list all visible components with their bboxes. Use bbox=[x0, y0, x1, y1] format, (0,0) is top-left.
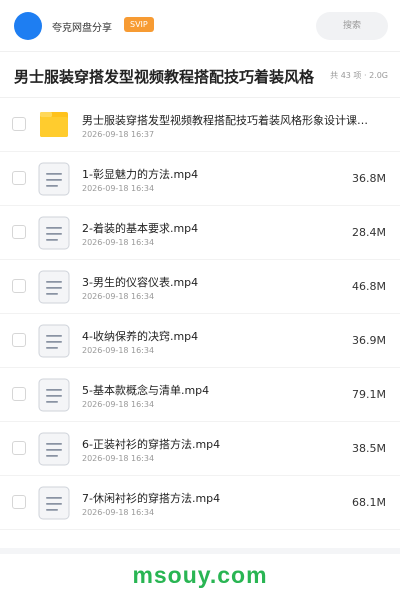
file-date: 2026-09-18 16:34 bbox=[82, 346, 155, 355]
document-icon bbox=[38, 216, 70, 250]
row-checkbox[interactable] bbox=[12, 225, 26, 239]
file-row[interactable]: 4-收纳保养的决窍.mp4 2026-09-18 16:34 36.9M bbox=[0, 314, 400, 368]
folder-row[interactable]: 男士服装穿搭发型视频教程搭配技巧着装风格形象设计课… 2026-09-18 16:… bbox=[0, 98, 400, 152]
file-date: 2026-09-18 16:34 bbox=[82, 454, 155, 463]
folder-title-bar: 男士服装穿搭发型视频教程搭配技巧着装风格 共 43 项 · 2.0G bbox=[0, 52, 400, 98]
file-size: 28.4M bbox=[352, 226, 386, 239]
document-icon bbox=[38, 324, 70, 358]
file-date: 2026-09-18 16:37 bbox=[82, 130, 155, 139]
app-header: 夸克网盘分享 SVIP 搜索 bbox=[0, 0, 400, 52]
watermark: msouy.com bbox=[132, 562, 268, 588]
row-checkbox[interactable] bbox=[12, 117, 26, 131]
folder-icon bbox=[38, 108, 70, 142]
svip-badge: SVIP bbox=[124, 17, 154, 32]
file-size: 79.1M bbox=[352, 388, 386, 401]
row-checkbox[interactable] bbox=[12, 441, 26, 455]
row-checkbox[interactable] bbox=[12, 279, 26, 293]
file-name[interactable]: 4-收纳保养的决窍.mp4 bbox=[82, 328, 198, 344]
file-row[interactable]: 2-着装的基本要求.mp4 2026-09-18 16:34 28.4M bbox=[0, 206, 400, 260]
user-name[interactable]: 夸克网盘分享 bbox=[52, 19, 112, 34]
file-row[interactable]: 6-正装衬衫的穿搭方法.mp4 2026-09-18 16:34 38.5M bbox=[0, 422, 400, 476]
file-date: 2026-09-18 16:34 bbox=[82, 238, 155, 247]
file-name[interactable]: 男士服装穿搭发型视频教程搭配技巧着装风格形象设计课… bbox=[82, 112, 368, 128]
document-icon bbox=[38, 486, 70, 520]
document-icon bbox=[38, 270, 70, 304]
file-size: 36.9M bbox=[352, 334, 386, 347]
file-name[interactable]: 5-基本款概念与清单.mp4 bbox=[82, 382, 209, 398]
file-date: 2026-09-18 16:34 bbox=[82, 292, 155, 301]
document-icon bbox=[38, 378, 70, 412]
divider bbox=[0, 548, 400, 554]
file-date: 2026-09-18 16:34 bbox=[82, 400, 155, 409]
row-checkbox[interactable] bbox=[12, 171, 26, 185]
file-size: 68.1M bbox=[352, 496, 386, 509]
file-row[interactable]: 5-基本款概念与清单.mp4 2026-09-18 16:34 79.1M bbox=[0, 368, 400, 422]
file-date: 2026-09-18 16:34 bbox=[82, 184, 155, 193]
file-row[interactable]: 7-休闲衬衫的穿搭方法.mp4 2026-09-18 16:34 68.1M bbox=[0, 476, 400, 530]
row-checkbox[interactable] bbox=[12, 387, 26, 401]
file-name[interactable]: 7-休闲衬衫的穿搭方法.mp4 bbox=[82, 490, 220, 506]
file-row[interactable]: 3-男生的仪容仪表.mp4 2026-09-18 16:34 46.8M bbox=[0, 260, 400, 314]
file-row[interactable]: 1-彰显魅力的方法.mp4 2026-09-18 16:34 36.8M bbox=[0, 152, 400, 206]
file-date: 2026-09-18 16:34 bbox=[82, 508, 155, 517]
search-input[interactable]: 搜索 bbox=[316, 12, 388, 40]
file-name[interactable]: 1-彰显魅力的方法.mp4 bbox=[82, 166, 198, 182]
avatar[interactable] bbox=[14, 12, 42, 40]
file-name[interactable]: 6-正装衬衫的穿搭方法.mp4 bbox=[82, 436, 220, 452]
row-checkbox[interactable] bbox=[12, 333, 26, 347]
page-title: 男士服装穿搭发型视频教程搭配技巧着装风格 bbox=[14, 68, 315, 86]
folder-meta: 共 43 项 · 2.0G bbox=[330, 71, 388, 80]
document-icon bbox=[38, 162, 70, 196]
file-size: 38.5M bbox=[352, 442, 386, 455]
file-size: 36.8M bbox=[352, 172, 386, 185]
row-checkbox[interactable] bbox=[12, 495, 26, 509]
file-name[interactable]: 3-男生的仪容仪表.mp4 bbox=[82, 274, 198, 290]
file-list: 男士服装穿搭发型视频教程搭配技巧着装风格形象设计课… 2026-09-18 16:… bbox=[0, 98, 400, 530]
file-size: 46.8M bbox=[352, 280, 386, 293]
document-icon bbox=[38, 432, 70, 466]
file-name[interactable]: 2-着装的基本要求.mp4 bbox=[82, 220, 198, 236]
